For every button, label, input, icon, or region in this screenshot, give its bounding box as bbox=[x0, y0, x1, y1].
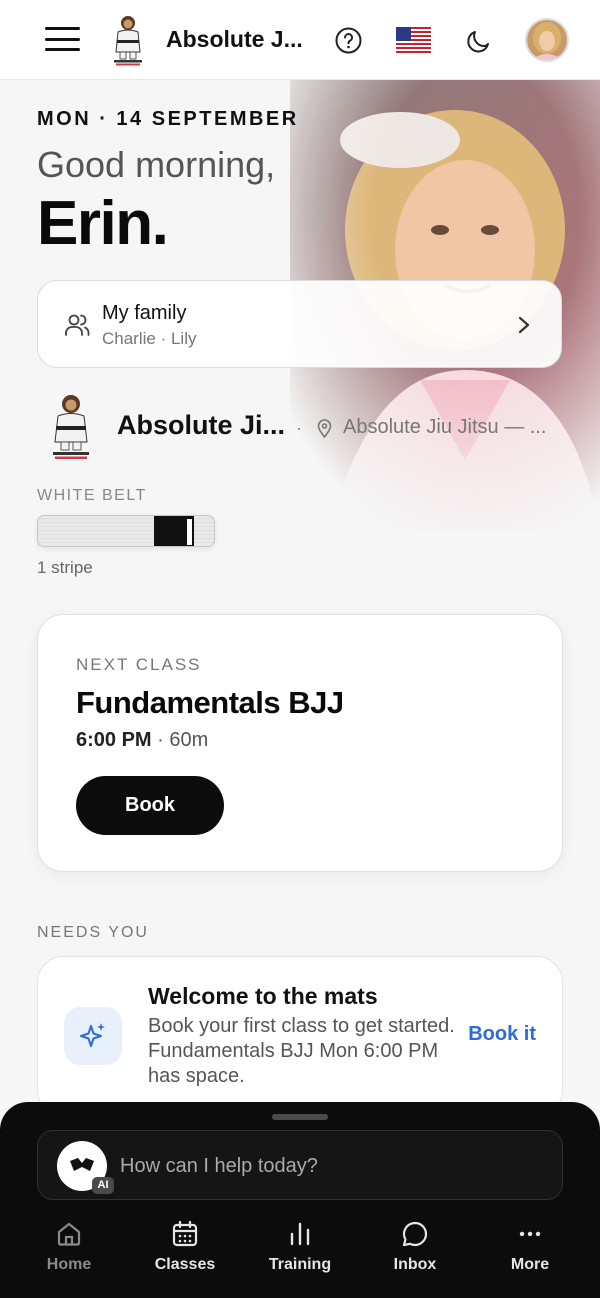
nav-home-label: Home bbox=[46, 1256, 92, 1273]
needs-you-label: NEEDS YOU bbox=[37, 924, 149, 941]
belt-stripe bbox=[187, 519, 192, 545]
nav-more-label: More bbox=[510, 1256, 550, 1273]
nav-inbox[interactable]: Inbox bbox=[360, 1220, 470, 1290]
nav-classes[interactable]: Classes bbox=[130, 1220, 240, 1290]
bottom-sheet: AI How can I help today? Home Classes Tr… bbox=[0, 1102, 600, 1298]
nav-inbox-label: Inbox bbox=[393, 1256, 437, 1273]
chevron-right-icon bbox=[518, 316, 530, 334]
my-family-card[interactable]: My family Charlie · Lily bbox=[37, 280, 562, 368]
class-duration: 60m bbox=[169, 729, 209, 751]
sparkles-icon bbox=[64, 1007, 122, 1065]
next-class-label: NEXT CLASS bbox=[76, 655, 202, 674]
belt-stripe-count: 1 stripe bbox=[37, 558, 93, 577]
gym-separator: · bbox=[296, 418, 302, 438]
class-meta-separator: · bbox=[157, 729, 164, 751]
belt-graphic bbox=[37, 515, 215, 547]
class-title: Fundamentals BJJ bbox=[76, 685, 344, 720]
nav-classes-label: Classes bbox=[154, 1256, 216, 1273]
location-pin-icon bbox=[317, 419, 332, 438]
family-members: Charlie · Lily bbox=[102, 329, 197, 348]
date-label: MON · 14 SEPTEMBER bbox=[37, 108, 299, 130]
user-avatar[interactable] bbox=[525, 18, 569, 62]
calendar-icon bbox=[172, 1220, 198, 1247]
greeting-text: Good morning, bbox=[37, 144, 276, 185]
user-name: Erin. bbox=[37, 189, 169, 258]
gym-location[interactable]: Absolute Jiu Jitsu — ... bbox=[343, 416, 546, 439]
chat-icon bbox=[402, 1221, 428, 1247]
nav-training[interactable]: Training bbox=[245, 1220, 355, 1290]
help-icon[interactable] bbox=[335, 27, 362, 54]
gym-name[interactable]: Absolute Ji... bbox=[117, 410, 285, 441]
moon-icon[interactable] bbox=[466, 28, 492, 54]
top-bar: Absolute J... bbox=[0, 0, 600, 80]
gym-logo-icon[interactable] bbox=[110, 14, 146, 66]
welcome-title: Welcome to the mats bbox=[148, 983, 378, 1009]
sheet-handle[interactable] bbox=[272, 1114, 328, 1120]
belt-rank-label: WHITE BELT bbox=[37, 487, 147, 504]
home-icon bbox=[57, 1222, 81, 1246]
nav-home[interactable]: Home bbox=[14, 1220, 124, 1290]
class-meta: 6:00 PM · 60m bbox=[76, 729, 208, 752]
book-button[interactable]: Book bbox=[76, 776, 224, 835]
class-time: 6:00 PM bbox=[76, 729, 152, 751]
ai-badge: AI bbox=[92, 1177, 114, 1194]
more-icon bbox=[519, 1231, 541, 1237]
nav-training-label: Training bbox=[268, 1256, 332, 1273]
family-title: My family bbox=[102, 302, 187, 324]
next-class-card: NEXT CLASS Fundamentals BJJ 6:00 PM · 60… bbox=[37, 614, 563, 872]
welcome-body: Book your first class to get started. Fu… bbox=[148, 1015, 455, 1087]
assistant-placeholder: How can I help today? bbox=[120, 1155, 318, 1177]
book-it-link[interactable]: Book it bbox=[468, 1023, 536, 1046]
bottom-nav: Home Classes Training Inbox More bbox=[0, 1220, 600, 1298]
nav-more[interactable]: More bbox=[475, 1220, 585, 1290]
us-flag-icon[interactable] bbox=[396, 27, 431, 53]
welcome-card: Welcome to the mats Book your first clas… bbox=[37, 956, 563, 1116]
gym-logo bbox=[53, 395, 89, 459]
bar-chart-icon bbox=[290, 1222, 310, 1246]
menu-icon[interactable] bbox=[45, 27, 80, 51]
users-icon bbox=[65, 314, 90, 336]
app-title: Absolute J... bbox=[166, 26, 303, 52]
assistant-input[interactable]: AI How can I help today? bbox=[37, 1130, 563, 1200]
